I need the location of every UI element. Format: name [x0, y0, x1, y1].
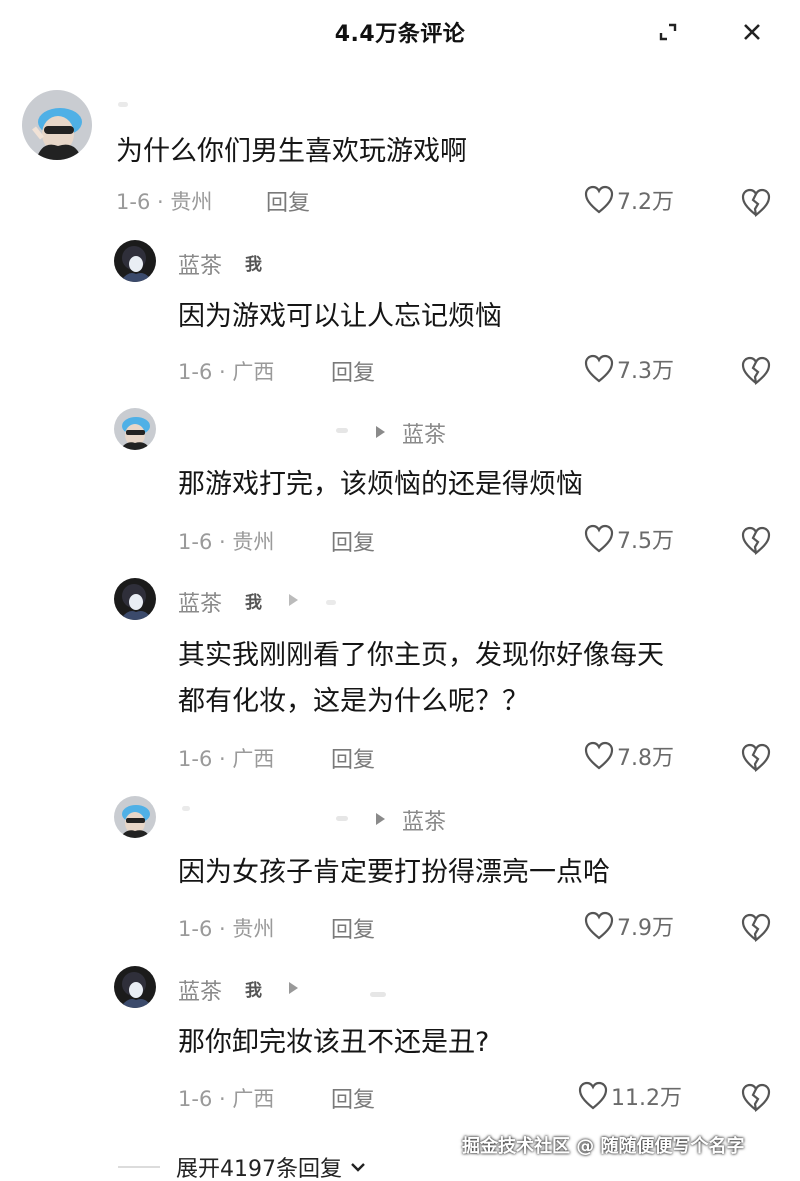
broken-heart-icon — [741, 356, 771, 386]
heart-icon — [584, 185, 614, 214]
username[interactable]: 蓝茶 — [178, 248, 222, 280]
broken-heart-icon — [741, 913, 771, 943]
like-count: 7.5万 — [617, 529, 674, 554]
like-button[interactable]: 7.5万 — [583, 523, 674, 555]
reply-button[interactable]: 回复 — [331, 525, 375, 557]
chevron-down-icon — [351, 1163, 365, 1172]
like-button[interactable]: 7.3万 — [583, 353, 674, 385]
like-count: 7.9万 — [617, 916, 674, 941]
reply-to-arrow-icon — [289, 982, 298, 994]
broken-heart-icon — [741, 1083, 771, 1113]
like-count: 7.2万 — [617, 190, 674, 215]
username-blurred — [370, 992, 386, 997]
reply-to-username[interactable]: 蓝茶 — [402, 804, 446, 836]
avatar[interactable] — [114, 408, 156, 450]
reply-to-arrow-icon — [289, 594, 298, 606]
dislike-button[interactable] — [738, 740, 774, 776]
dislike-button[interactable] — [738, 353, 774, 389]
username-blurred — [118, 102, 128, 107]
heart-icon — [584, 741, 614, 770]
avatar[interactable] — [22, 90, 92, 160]
reply-button[interactable]: 回复 — [331, 912, 375, 944]
username-blurred — [326, 600, 336, 605]
expand-replies-button[interactable]: 展开4197条回复 — [176, 1151, 368, 1181]
heart-icon — [584, 911, 614, 940]
username[interactable]: 蓝茶 — [178, 586, 222, 618]
like-button[interactable]: 7.9万 — [583, 910, 674, 942]
me-badge: 我 — [245, 981, 262, 1001]
comment-text: 那游戏打完，该烦恼的还是得烦恼 — [178, 469, 583, 500]
comment-meta: 1-6 · 贵州 — [116, 190, 213, 214]
comment-meta: 1-6 · 广西 — [178, 360, 275, 384]
avatar[interactable] — [114, 240, 156, 282]
reply-button[interactable]: 回复 — [331, 742, 375, 774]
broken-heart-icon — [741, 743, 771, 773]
broken-heart-icon — [741, 188, 771, 218]
comment-text-line-2: 都有化妆，这是为什么呢？？ — [178, 686, 529, 717]
username-blurred — [182, 806, 190, 811]
comment-meta: 1-6 · 贵州 — [178, 917, 275, 941]
comment-meta: 1-6 · 广西 — [178, 747, 275, 771]
avatar[interactable] — [114, 966, 156, 1008]
avatar[interactable] — [114, 796, 156, 838]
comments-header: 4.4万条评论 — [0, 0, 800, 64]
like-count: 7.3万 — [617, 359, 674, 384]
comment-text: 因为女孩子肯定要打扮得漂亮一点哈 — [178, 857, 610, 888]
collapse-icon[interactable] — [650, 14, 686, 50]
comment-meta: 1-6 · 贵州 — [178, 530, 275, 554]
dislike-button[interactable] — [738, 185, 774, 221]
comment-text-line-1: 其实我刚刚看了你主页，发现你好像每天 — [178, 640, 664, 671]
heart-icon — [578, 1081, 608, 1110]
reply-button[interactable]: 回复 — [331, 1082, 375, 1114]
heart-icon — [584, 524, 614, 553]
expand-replies-label: 展开4197条回复 — [176, 1157, 342, 1181]
like-count: 7.8万 — [617, 746, 674, 771]
reply-to-username[interactable]: 蓝茶 — [402, 417, 446, 449]
comment-text: 因为游戏可以让人忘记烦恼 — [178, 301, 502, 332]
broken-heart-icon — [741, 526, 771, 556]
like-count: 11.2万 — [611, 1086, 682, 1111]
close-icon[interactable] — [734, 14, 770, 50]
username-blurred — [336, 428, 348, 433]
dislike-button[interactable] — [738, 1080, 774, 1116]
reply-button[interactable]: 回复 — [331, 355, 375, 387]
dislike-button[interactable] — [738, 523, 774, 559]
reply-button[interactable]: 回复 — [266, 185, 310, 217]
username-blurred — [336, 816, 348, 821]
avatar[interactable] — [114, 578, 156, 620]
comment-text: 为什么你们男生喜欢玩游戏啊 — [116, 136, 467, 167]
dislike-button[interactable] — [738, 910, 774, 946]
reply-to-arrow-icon — [376, 426, 385, 438]
me-badge: 我 — [245, 255, 262, 275]
me-badge: 我 — [245, 593, 262, 613]
like-button[interactable]: 7.2万 — [583, 184, 674, 216]
like-button[interactable]: 11.2万 — [577, 1080, 682, 1112]
divider — [118, 1166, 160, 1168]
username[interactable]: 蓝茶 — [178, 974, 222, 1006]
comment-text: 那你卸完妆该丑不还是丑? — [178, 1027, 490, 1058]
comment-meta: 1-6 · 广西 — [178, 1087, 275, 1111]
watermark: 掘金技术社区 @ 随随便便写个名字 — [462, 1136, 745, 1157]
heart-icon — [584, 354, 614, 383]
reply-to-arrow-icon — [376, 813, 385, 825]
like-button[interactable]: 7.8万 — [583, 740, 674, 772]
